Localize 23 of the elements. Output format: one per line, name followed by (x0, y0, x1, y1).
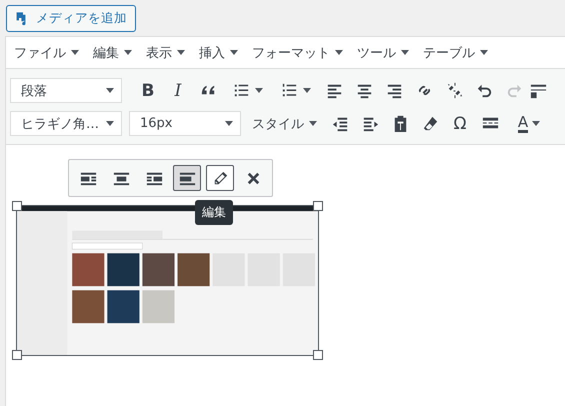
menu-item[interactable]: 表示 (146, 44, 185, 62)
font-select[interactable]: ヒラギノ角… (10, 111, 122, 136)
text-color-button[interactable]: A (505, 110, 553, 138)
resize-handle[interactable] (12, 201, 22, 211)
style-menu[interactable]: スタイル (248, 114, 325, 132)
menu-item[interactable]: ツール (357, 44, 409, 62)
menu-item[interactable]: テーブル (423, 44, 488, 62)
pencil-button[interactable] (206, 165, 234, 191)
special-character-button[interactable]: Ω (445, 110, 475, 138)
no-align-button[interactable] (173, 165, 201, 191)
menu-item[interactable]: 挿入 (199, 44, 238, 62)
menu-item[interactable]: フォーマット (252, 44, 343, 62)
italic-button[interactable]: I (163, 76, 193, 104)
resize-handle[interactable] (313, 350, 323, 360)
menu-item[interactable]: ファイル (14, 44, 79, 62)
resize-handle[interactable] (313, 201, 323, 211)
tooltip: 編集 (195, 200, 233, 225)
add-media-button[interactable]: メディアを追加 (6, 4, 136, 32)
font-select[interactable]: 16px (129, 111, 241, 136)
format-select[interactable]: 段落 (10, 78, 122, 103)
resize-handle[interactable] (12, 350, 22, 360)
menu-item[interactable]: 編集 (93, 44, 132, 62)
bold-button[interactable]: B (133, 76, 163, 104)
